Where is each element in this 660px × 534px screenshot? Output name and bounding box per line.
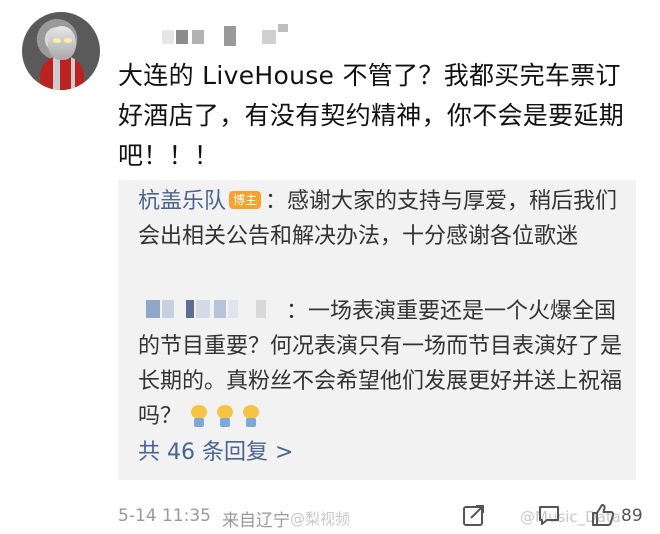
like-count: 89 [621, 506, 643, 526]
like-icon[interactable] [590, 502, 616, 528]
reply-item: ：一场表演重要还是一个火爆全国的节目重要？何况表演只有一场而节目表演好了是长期的… [138, 294, 628, 434]
avatar-eye [53, 38, 61, 43]
comment-footer: 5-14 11:35 来自辽宁 @梨视频 @Music_Data 89 [118, 500, 658, 531]
reply-author-blurred[interactable] [138, 296, 286, 322]
share-icon[interactable] [461, 502, 487, 528]
avatar-figure-head [48, 26, 76, 60]
watermark: @梨视频 [290, 510, 351, 528]
crying-emoji-icon [242, 405, 260, 427]
comment-text: 大连的 LiveHouse 不管了？我都买完车票订好酒店了，有没有契约精神，你不… [118, 61, 625, 170]
avatar[interactable] [22, 12, 100, 90]
crying-emoji-icon [216, 405, 234, 427]
author-badge: 博主 [229, 191, 262, 209]
avatar-eye [64, 38, 72, 43]
crying-emoji-icon [190, 405, 208, 427]
comment-icon[interactable] [536, 502, 562, 528]
timestamp: 5-14 11:35 [118, 506, 211, 526]
replies-box: 杭盖乐队 博主 ：感谢大家的支持与厚爱，稍后我们会出相关公告和解决办法，十分感谢各位… [118, 180, 636, 480]
location: 来自辽宁 [222, 511, 290, 531]
avatar-figure-body [40, 56, 84, 90]
more-replies-link[interactable]: 共 46 条回复 > [138, 438, 293, 468]
username-blurred[interactable] [162, 24, 312, 48]
reply-author[interactable]: 杭盖乐队 [138, 189, 226, 214]
reply-item: 杭盖乐队 博主 ：感谢大家的支持与厚爱，稍后我们会出相关公告和解决办法，十分感谢各位… [138, 184, 628, 254]
